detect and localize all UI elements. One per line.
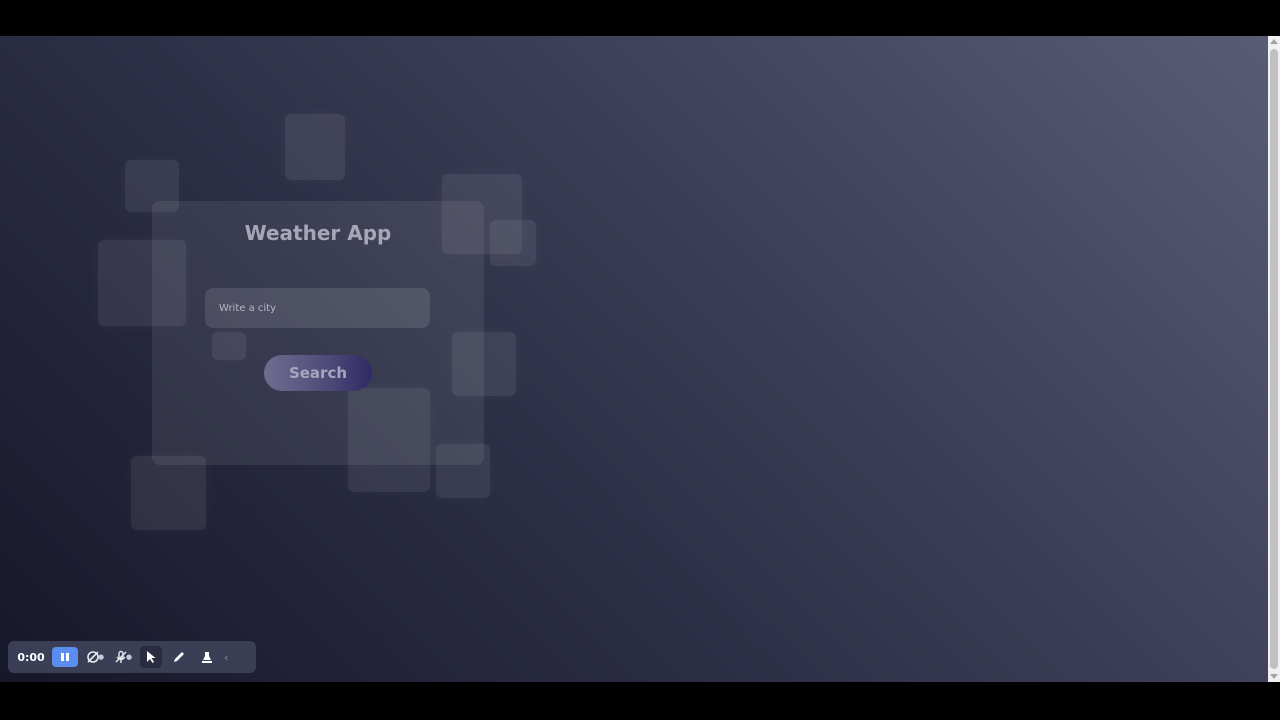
recording-timer: 0:00 <box>17 650 45 664</box>
mic-toggle-button[interactable]: ● <box>112 646 134 668</box>
scroll-thumb[interactable] <box>1270 49 1278 669</box>
pause-button[interactable] <box>52 647 78 667</box>
app-title: Weather App <box>244 221 392 245</box>
scroll-down-icon[interactable] <box>1270 674 1278 679</box>
cursor-icon <box>147 651 156 663</box>
search-button[interactable]: Search <box>264 355 372 391</box>
decor-square <box>285 114 345 180</box>
pen-icon <box>174 652 184 662</box>
pointer-tool-button[interactable] <box>140 646 162 668</box>
camera-options-icon[interactable]: ● <box>98 653 104 661</box>
letterbox-top <box>0 0 1280 36</box>
camera-toggle-button[interactable]: ● <box>84 646 106 668</box>
highlighter-icon <box>202 652 212 663</box>
decor-square <box>131 456 206 530</box>
chevron-left-icon[interactable]: ‹ <box>224 651 228 664</box>
mic-options-icon[interactable]: ● <box>126 653 132 661</box>
page-viewport: Weather App Search <box>0 36 1268 682</box>
highlighter-tool-button[interactable] <box>196 646 218 668</box>
letterbox-bottom <box>0 682 1280 720</box>
vertical-scrollbar[interactable] <box>1268 36 1280 682</box>
pen-tool-button[interactable] <box>168 646 190 668</box>
scroll-up-icon[interactable] <box>1270 39 1278 44</box>
recorder-toolbar: 0:00 ● ● ‹ <box>8 641 256 673</box>
city-input[interactable] <box>205 288 430 328</box>
pause-icon <box>61 653 69 661</box>
